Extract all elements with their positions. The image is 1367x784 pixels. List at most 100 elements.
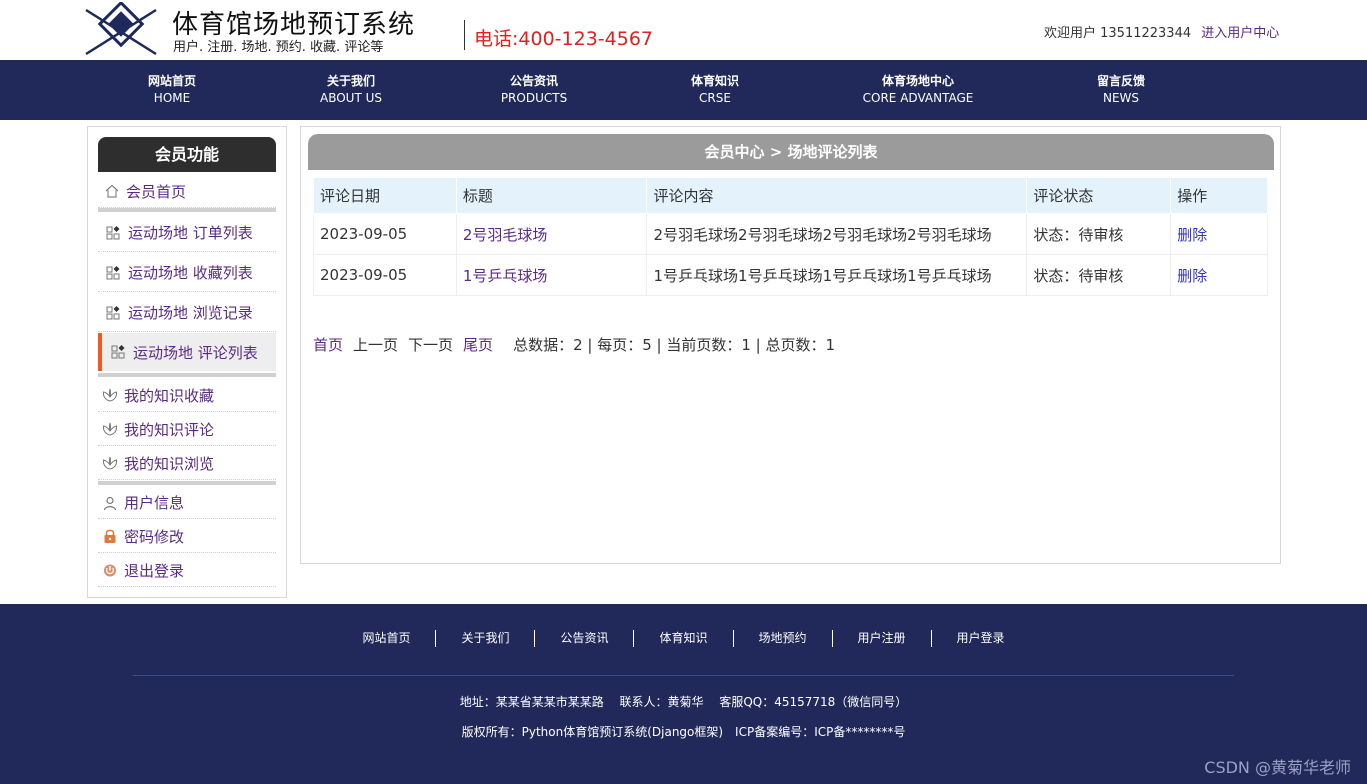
nav-label-en: CORE ADVANTAGE: [862, 91, 974, 105]
sidebar-item-comments[interactable]: 运动场地 评论列表: [98, 333, 276, 371]
sidebar-item-label: 密码修改: [124, 527, 185, 546]
delete-link[interactable]: 删除: [1177, 267, 1207, 285]
nav-label-cn: 关于我们: [326, 74, 376, 88]
power-icon: [104, 564, 116, 577]
grid-icon: [106, 305, 120, 319]
footer-divider: [133, 675, 1234, 676]
cell-date: 2023-09-05: [313, 213, 457, 255]
sidebar-item-label: 运动场地 浏览记录: [128, 304, 253, 322]
grid-icon: [111, 345, 125, 359]
header-divider: [464, 20, 465, 50]
lock-icon: [104, 529, 116, 543]
nav-label-cn: 公告资讯: [509, 74, 558, 88]
cell-content: 2号羽毛球场2号羽毛球场2号羽毛球场2号羽毛球场: [646, 213, 1028, 255]
nav-item-about[interactable]: 关于我们 ABOUT US: [320, 73, 382, 107]
cell-content: 1号乒乓球场1号乒乓球场1号乒乓球场1号乒乓球场: [646, 254, 1028, 296]
sidebar-item-label: 用户信息: [124, 494, 185, 512]
sidebar-item-label: 运动场地 订单列表: [128, 224, 253, 242]
cell-action: 删除: [1170, 213, 1268, 255]
footer-links: 网站首页 关于我们 公告资讯 体育知识 场地预约 用户注册 用户登录: [0, 630, 1367, 647]
nav-label-cn: 体育场地中心: [881, 74, 955, 88]
sidebar-item-history[interactable]: 运动场地 浏览记录: [98, 294, 276, 332]
footer-link-knowledge[interactable]: 体育知识: [634, 630, 734, 647]
cell-title: 1号乒乓球场: [455, 254, 648, 296]
delete-link[interactable]: 删除: [1177, 226, 1207, 244]
footer-link-login[interactable]: 用户登录: [932, 630, 1030, 647]
nav-item-feedback[interactable]: 留言反馈 NEWS: [1097, 73, 1145, 107]
welcome-text: 欢迎用户 13511223344: [1044, 26, 1192, 41]
sidebar-item-label: 运动场地 收藏列表: [128, 264, 253, 282]
nav-label-en: PRODUCTS: [500, 91, 568, 105]
footer-link-booking[interactable]: 场地预约: [734, 630, 833, 647]
cell-date: 2023-09-05: [313, 254, 457, 296]
first-page-link[interactable]: 首页: [313, 336, 343, 354]
cell-action: 删除: [1170, 254, 1268, 296]
sidebar-item-logout[interactable]: 退出登录: [98, 554, 276, 587]
grid-icon: [106, 225, 120, 239]
sidebar-item-favorites[interactable]: 运动场地 收藏列表: [98, 254, 276, 292]
sidebar-item-label: 我的知识收藏: [124, 386, 215, 405]
pagination: 首页 上一页 下一页 尾页 总数据：2 | 每页：5 | 当前页数：1 | 总页数：1: [313, 334, 835, 355]
site-footer: 网站首页 关于我们 公告资讯 体育知识 场地预约 用户注册 用户登录 地址：某某省某某市某某…: [0, 604, 1367, 784]
comments-table: 评论日期 标题 评论内容 评论状态 操作 2023-09-05 2号羽毛球场 2…: [313, 177, 1268, 296]
sidebar-item-knowledge-history[interactable]: 我的知识浏览: [98, 447, 276, 480]
nav-label-cn: 体育知识: [690, 74, 740, 88]
nav-item-knowledge[interactable]: 体育知识 CRSE: [691, 73, 739, 107]
lotus-icon: [102, 422, 118, 436]
sidebar-item-label: 我的知识评论: [124, 420, 215, 439]
prev-page-link[interactable]: 上一页: [353, 336, 398, 354]
user-center-link[interactable]: 进入用户中心: [1201, 26, 1279, 41]
main-nav: 网站首页 HOME 关于我们 ABOUT US 公告资讯 PRODUCTS 体育知识 C…: [0, 60, 1367, 120]
sidebar-item-label: 退出登录: [124, 561, 185, 580]
sidebar-item-label: 运动场地 评论列表: [133, 343, 258, 362]
csdn-watermark: CSDN @黄菊华老师: [1204, 758, 1351, 777]
sidebar-item-orders[interactable]: 运动场地 订单列表: [98, 214, 276, 252]
nav-label-cn: 留言反馈: [1096, 74, 1146, 88]
table-row: 2023-09-05 2号羽毛球场 2号羽毛球场2号羽毛球场2号羽毛球场2号羽毛…: [313, 213, 1268, 255]
venue-title-link[interactable]: 2号羽毛球场: [463, 226, 548, 244]
nav-label-en: CRSE: [699, 91, 731, 105]
sidebar-item-member-home[interactable]: 会员首页: [98, 175, 276, 208]
nav-label-en: ABOUT US: [319, 91, 383, 105]
sidebar-item-label: 我的知识浏览: [124, 454, 215, 473]
nav-item-news[interactable]: 公告资讯 PRODUCTS: [501, 73, 567, 107]
lotus-icon: [102, 388, 118, 402]
sidebar-item-knowledge-fav[interactable]: 我的知识收藏: [98, 379, 276, 412]
welcome-area: 欢迎用户 13511223344 进入用户中心: [1044, 22, 1279, 41]
last-page-link[interactable]: 尾页: [463, 336, 493, 354]
page-title: 会员中心 > 场地评论列表: [308, 134, 1274, 170]
next-page-link[interactable]: 下一页: [408, 336, 453, 354]
nav-item-venues[interactable]: 体育场地中心 CORE ADVANTAGE: [863, 73, 974, 107]
sidebar-item-user-info[interactable]: 用户信息: [98, 487, 276, 519]
nav-item-home[interactable]: 网站首页 HOME: [148, 73, 196, 107]
home-icon: [105, 184, 119, 198]
cell-title: 2号羽毛球场: [455, 213, 648, 255]
column-header: 评论内容: [646, 177, 1028, 214]
footer-link-home[interactable]: 网站首页: [337, 630, 437, 647]
grid-icon: [106, 265, 120, 279]
sidebar-separator: [98, 208, 276, 212]
nav-label-en: HOME: [153, 91, 191, 105]
sidebar-item-change-password[interactable]: 密码修改: [98, 520, 276, 553]
member-sidebar: 会员功能 会员首页 运动场地 订单列表 运动场地 收藏列表 运动场地 浏览记录 …: [87, 126, 287, 598]
lotus-icon: [102, 456, 118, 470]
table-header-row: 评论日期 标题 评论内容 评论状态 操作: [313, 177, 1268, 214]
column-header: 评论状态: [1026, 177, 1172, 214]
cell-status: 状态：待审核: [1026, 254, 1172, 296]
column-header: 评论日期: [313, 177, 457, 214]
site-subtitle: 用户. 注册. 场地. 预约. 收藏. 评论等: [173, 40, 384, 55]
sidebar-item-label: 会员首页: [126, 182, 187, 201]
column-header: 操作: [1170, 177, 1268, 214]
site-header: 体育馆场地预订系统 用户. 注册. 场地. 预约. 收藏. 评论等 电话:400…: [0, 0, 1367, 60]
column-header: 标题: [455, 177, 648, 214]
table-row: 2023-09-05 1号乒乓球场 1号乒乓球场1号乒乓球场1号乒乓球场1号乒乓…: [313, 254, 1268, 296]
footer-link-register[interactable]: 用户注册: [833, 630, 932, 647]
sidebar-title: 会员功能: [98, 137, 276, 172]
venue-title-link[interactable]: 1号乒乓球场: [463, 267, 548, 285]
sidebar-item-knowledge-comments[interactable]: 我的知识评论: [98, 413, 276, 446]
footer-link-news[interactable]: 公告资讯: [535, 630, 635, 647]
logo-icon: [85, 2, 157, 56]
footer-link-about[interactable]: 关于我们: [436, 630, 536, 647]
nav-label-en: NEWS: [1102, 91, 1140, 105]
cell-status: 状态：待审核: [1026, 213, 1172, 255]
